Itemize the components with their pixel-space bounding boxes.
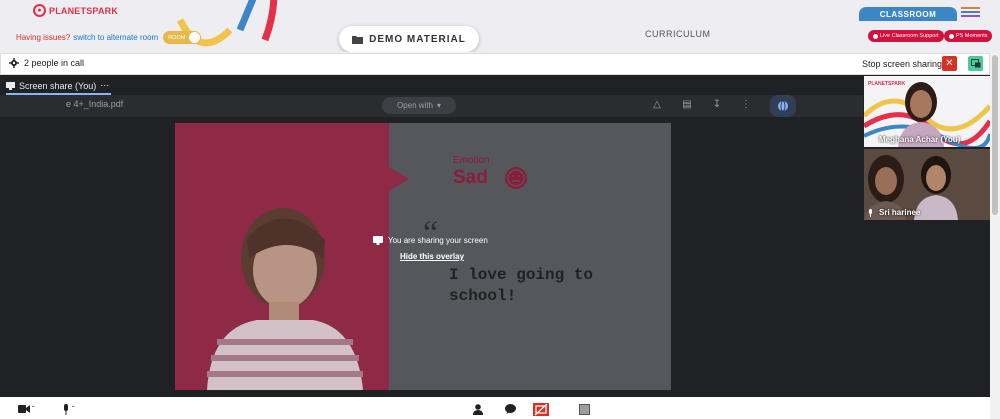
plus-icon	[873, 33, 878, 39]
present-icon	[6, 81, 15, 90]
folder-icon	[352, 35, 364, 44]
decorative-swirl	[176, 0, 278, 47]
participant-tiles: PLANETSPARK Meghana Achar (You) Sri hari…	[863, 75, 990, 397]
chat-bubble-icon	[505, 404, 516, 414]
planetspark-logo: ● PLANETSPARK	[33, 4, 118, 17]
sad-face-icon	[505, 167, 527, 189]
emotion-word: Sad	[453, 167, 488, 188]
emotion-label: Emotion	[453, 155, 490, 166]
hamburger-menu-icon[interactable]	[961, 7, 980, 19]
camera-toggle-button[interactable]: ˆ	[18, 402, 35, 416]
chevron-up-icon[interactable]: ˆ	[32, 405, 35, 414]
people-in-call[interactable]: 2 people in call	[9, 58, 84, 68]
gear-icon	[9, 58, 19, 68]
participant-tile[interactable]: Sri harinee	[864, 149, 990, 220]
people-count: 2 people in call	[24, 58, 85, 68]
stop-sharing-button[interactable]: ✕	[942, 56, 957, 71]
chevron-down-icon: ▾	[437, 101, 442, 110]
sharing-overlay-message: You are sharing your screen	[373, 236, 488, 245]
present-off-icon	[533, 402, 549, 416]
scrollbar-thumb[interactable]	[992, 55, 998, 215]
mic-icon	[869, 135, 872, 144]
page-scrollbar[interactable]	[990, 53, 1000, 419]
print-icon[interactable]: ▤	[681, 99, 693, 111]
participant-name-row: Meghana Achar (You)	[868, 135, 960, 144]
participants-button[interactable]	[473, 402, 483, 416]
curriculum-tab[interactable]: CURRICULUM	[645, 29, 711, 39]
chevron-up-icon[interactable]: ˆ	[72, 405, 75, 414]
svg-text:PLANETSPARK: PLANETSPARK	[868, 81, 906, 87]
mic-icon	[869, 208, 872, 217]
person-icon	[473, 403, 483, 415]
stage-tab-row: Screen share (You) ⋯	[0, 75, 863, 95]
ps-moments-button[interactable]: PS Moments	[944, 30, 993, 42]
participant-name: Sri harinee	[879, 208, 921, 217]
pdf-file-name: e 4+_India.pdf	[66, 99, 124, 109]
close-icon: ✕	[945, 58, 954, 69]
globe-button[interactable]	[770, 95, 796, 117]
more-vert-icon[interactable]: ⋮	[740, 99, 752, 111]
slide-sentence: I love going to school!	[449, 266, 594, 305]
rocket-icon: ●	[33, 4, 46, 17]
ps-moments-label: PS Moments	[956, 33, 988, 39]
slide-pointer	[389, 167, 409, 191]
globe-icon	[778, 100, 788, 112]
microphone-icon	[64, 403, 68, 415]
mic-toggle-button[interactable]: ˆ	[62, 402, 75, 416]
add-shortcut-icon[interactable]: △	[651, 99, 663, 111]
pdf-toolbar: e 4+_India.pdf Open with ▾ △ ▤ ↧ ⋮	[0, 95, 863, 117]
screen-share-tab[interactable]: Screen share (You) ⋯	[6, 78, 112, 95]
download-icon[interactable]: ↧	[711, 99, 723, 111]
live-support-button[interactable]: Live Classroom Support	[868, 30, 944, 42]
logo-text: PLANETSPARK	[49, 5, 119, 16]
video-camera-icon	[18, 405, 30, 413]
live-support-label: Live Classroom Support	[880, 33, 939, 39]
more-options-icon[interactable]: ⋯	[100, 80, 109, 91]
toggle-knob	[189, 32, 201, 43]
open-with-label: Open with	[396, 101, 433, 110]
issues-text: Having issues?	[16, 33, 71, 42]
room-toggle-label: ROOM	[168, 34, 186, 41]
classroom-topbar: ● PLANETSPARK Having issues? switch to a…	[0, 0, 1000, 52]
chat-button[interactable]	[505, 402, 516, 416]
pip-icon	[970, 59, 980, 68]
stop-sharing-label[interactable]: Stop screen sharing	[862, 59, 942, 69]
hide-overlay-link[interactable]: Hide this overlay	[400, 252, 464, 261]
open-with-button[interactable]: Open with ▾	[382, 97, 456, 114]
stop-presenting-button[interactable]	[533, 402, 549, 416]
meet-header: 2 people in call Stop screen sharing ✕	[0, 53, 990, 75]
participant-name: Meghana Achar (You)	[879, 135, 961, 144]
present-icon	[373, 236, 383, 245]
quote-mark: “	[423, 215, 439, 252]
square-icon	[579, 403, 590, 415]
screen-share-stage: Screen share (You) ⋯ e 4+_India.pdf Open…	[0, 75, 863, 397]
participant-name-row: Sri harinee	[868, 208, 920, 217]
demo-material-label: DEMO MATERIAL	[369, 33, 466, 45]
child-photo	[207, 208, 363, 390]
screen-share-tab-label: Screen share (You)	[19, 80, 97, 91]
sharing-message-text: You are sharing your screen	[388, 236, 488, 245]
whiteboard-button[interactable]	[579, 402, 590, 416]
switch-room-link[interactable]: switch to alternate room	[73, 33, 158, 42]
call-controls: ˆ ˆ	[0, 397, 990, 419]
app-window: ● PLANETSPARK Having issues? switch to a…	[0, 0, 1000, 419]
room-toggle[interactable]: ROOM	[163, 31, 202, 44]
camera-icon	[949, 33, 954, 39]
demo-material-button[interactable]: DEMO MATERIAL	[339, 26, 479, 52]
picture-in-picture-button[interactable]	[968, 56, 983, 71]
participant-tile[interactable]: PLANETSPARK Meghana Achar (You)	[864, 76, 990, 147]
classroom-tab[interactable]: CLASSROOM	[859, 7, 957, 21]
issues-notice: Having issues? switch to alternate room …	[16, 31, 202, 44]
